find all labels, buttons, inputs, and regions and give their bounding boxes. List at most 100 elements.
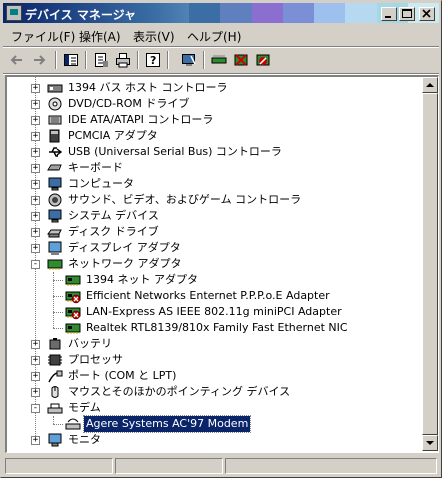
expand-icon[interactable]: +: [31, 100, 40, 109]
modem-device-icon: [65, 416, 81, 432]
tree-item-label: IDE ATA/ATAPI コントローラ: [68, 113, 214, 126]
disable-icon: [256, 54, 270, 66]
arrow-up-icon: [426, 83, 434, 87]
device-manager-window: デバイス マネージャ ファイル(F) 操作(A) 表示(V) ヘルプ(H) ? …: [0, 0, 442, 478]
print-button[interactable]: [113, 51, 133, 69]
collapse-icon[interactable]: -: [31, 260, 40, 269]
scroll-down-button[interactable]: [422, 435, 438, 451]
title-stripe: [189, 3, 221, 23]
scroll-thumb[interactable]: [422, 93, 438, 435]
sound-icon: [47, 192, 63, 208]
keyboard-icon: [47, 160, 63, 176]
status-pane-3: [225, 458, 437, 474]
title-stripe: [220, 3, 252, 23]
minimize-button[interactable]: [381, 7, 397, 21]
expand-icon[interactable]: +: [31, 356, 40, 365]
expand-icon[interactable]: +: [31, 180, 40, 189]
expand-icon[interactable]: +: [31, 388, 40, 397]
status-pane-2: [115, 458, 223, 474]
system-device-icon: [47, 208, 63, 224]
close-button[interactable]: [419, 7, 435, 21]
maximize-button[interactable]: [399, 7, 415, 21]
tree-item-label: サウンド、ビデオ、およびゲーム コントローラ: [68, 193, 302, 206]
scroll-up-button[interactable]: [422, 77, 438, 93]
computer-icon: [47, 176, 63, 192]
expand-icon[interactable]: +: [31, 84, 40, 93]
menu-file[interactable]: ファイル(F): [11, 28, 75, 45]
tree-item-label: PCMCIA アダプタ: [68, 129, 158, 142]
back-arrow-icon: [10, 55, 22, 65]
properties-button[interactable]: [91, 51, 111, 69]
network-card-icon: [65, 320, 81, 336]
tree-item-label: LAN-Express AS IEEE 802.11g miniPCI Adap…: [86, 305, 342, 318]
expand-icon[interactable]: +: [31, 372, 40, 381]
menu-action[interactable]: 操作(A): [79, 28, 121, 45]
tree-item-label: ポート (COM と LPT): [68, 369, 177, 382]
usb-icon: [47, 144, 63, 160]
title-stripe: [282, 3, 314, 23]
expand-icon[interactable]: +: [31, 148, 40, 157]
toolbar-separator: [167, 51, 169, 69]
title-stripe: [314, 3, 346, 23]
expand-icon[interactable]: +: [31, 228, 40, 237]
disable-button[interactable]: [253, 51, 273, 69]
uninstall-button[interactable]: [231, 51, 251, 69]
tree-connector: [53, 272, 54, 328]
tree-item-label: コンピュータ: [68, 177, 134, 190]
toolbar-separator: [137, 51, 139, 69]
toolbar: ?: [3, 47, 439, 73]
title-bar[interactable]: デバイス マネージャ: [3, 3, 439, 23]
update-driver-icon: [211, 55, 227, 64]
mouse-icon: [47, 384, 63, 400]
toolbar-separator: [85, 51, 87, 69]
collapse-icon[interactable]: -: [31, 404, 40, 413]
scan-hardware-button[interactable]: [179, 51, 199, 69]
vertical-scrollbar[interactable]: [422, 77, 438, 451]
expand-icon[interactable]: +: [31, 212, 40, 221]
forward-button[interactable]: [29, 51, 49, 69]
tree-item-label: バッテリ: [68, 337, 112, 350]
expand-icon[interactable]: +: [31, 340, 40, 349]
disk-drive-icon: [47, 224, 63, 240]
monitor-icon: [47, 432, 63, 448]
tree-item-label: プロセッサ: [68, 353, 123, 366]
device-tree[interactable]: +1394 バス ホスト コントローラ + DVD/CD-ROM ドライブ + IDE …: [5, 75, 439, 453]
menu-view[interactable]: 表示(V): [133, 28, 175, 45]
expand-icon[interactable]: +: [31, 196, 40, 205]
maximize-icon: [402, 9, 412, 18]
update-driver-button[interactable]: [209, 51, 229, 69]
expand-icon[interactable]: +: [31, 132, 40, 141]
status-bar: [3, 456, 439, 476]
uninstall-icon: [234, 54, 248, 66]
tree-connector: [53, 328, 63, 329]
help-button[interactable]: ?: [143, 51, 163, 69]
menu-help[interactable]: ヘルプ(H): [187, 28, 241, 45]
scan-hardware-icon: [182, 54, 196, 66]
tree-item-label: システム デバイス: [68, 209, 159, 222]
tree-item-label: Efficient Networks Enternet P.P.P.o.E Ad…: [86, 289, 330, 302]
tree-connector: [53, 280, 63, 281]
tree-connector: [53, 296, 63, 297]
tree-item-label: Realtek RTL8139/810x Family Fast Etherne…: [86, 321, 348, 334]
arrow-down-icon: [426, 441, 434, 445]
network-adapter-icon: [47, 256, 63, 272]
bus-controller-icon: [47, 80, 63, 96]
expand-icon[interactable]: +: [31, 244, 40, 253]
show-hide-tree-button[interactable]: [61, 51, 81, 69]
toolbar-separator: [55, 51, 57, 69]
title-stripe: [251, 3, 283, 23]
tree-item-label: モデム: [68, 401, 101, 414]
tree-item-label: DVD/CD-ROM ドライブ: [68, 97, 190, 110]
tree-item-label: キーボード: [68, 161, 123, 174]
expand-icon[interactable]: +: [31, 436, 40, 445]
modem-icon: [47, 400, 63, 416]
processor-icon: [47, 352, 63, 368]
back-button[interactable]: [7, 51, 27, 69]
display-adapter-icon: [47, 240, 63, 256]
expand-icon[interactable]: +: [31, 164, 40, 173]
tree-item-label: モニタ: [68, 433, 101, 446]
tree-item-label: 1394 ネット アダプタ: [86, 273, 198, 286]
expand-icon[interactable]: +: [31, 116, 40, 125]
properties-icon: [95, 53, 108, 67]
tree-item-label: ネットワーク アダプタ: [68, 257, 182, 270]
